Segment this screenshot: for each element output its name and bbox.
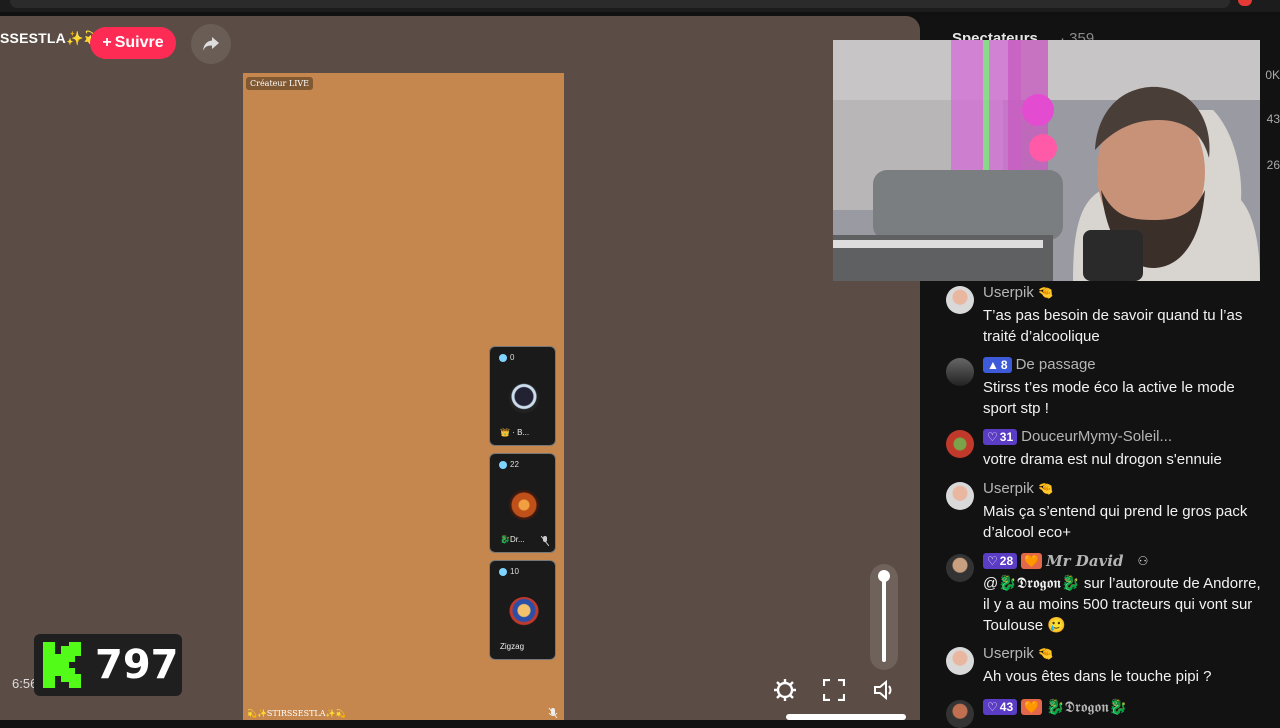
streamer-webcam [833, 40, 1260, 281]
share-arrow-icon [203, 37, 219, 51]
guest-avatar [509, 597, 539, 627]
guest-avatar [509, 383, 539, 413]
volume-slider[interactable] [870, 564, 898, 670]
kick-viewer-counter: 797 [34, 634, 182, 696]
avatar[interactable] [946, 286, 974, 314]
guest-score: 0 [499, 353, 514, 362]
chat-username[interactable]: Userpik 🤏 [983, 645, 1054, 662]
live-stage: SSESTLA✨💫 + Suivre Créateur LIVE 💫✨STIRS… [0, 16, 920, 720]
record-indicator-icon [1238, 0, 1252, 6]
rank-value: 0K [1265, 68, 1280, 82]
avatar[interactable] [946, 430, 974, 458]
guest-name: Zigzag [500, 642, 525, 651]
volume-button[interactable] [868, 674, 900, 706]
guest-name: 👑 · B... [500, 428, 530, 437]
plus-icon: + [102, 34, 112, 51]
address-bar[interactable] [10, 0, 1230, 8]
heart-badge: 🧡 [1021, 553, 1043, 569]
guest-name: 🐉Dr... [500, 535, 525, 544]
avatar[interactable] [946, 482, 974, 510]
guest-slot-1[interactable]: 0 👑 · B... [489, 346, 556, 446]
heart-badge: 🧡 [1021, 699, 1043, 715]
guest-score: 22 [499, 460, 519, 469]
webcam-image [833, 40, 1260, 281]
fullscreen-icon [823, 679, 845, 701]
speaker-icon [874, 679, 892, 701]
browser-top-strip [0, 0, 1280, 12]
avatar[interactable] [946, 647, 974, 675]
gift-badge: ♡ 28 [983, 553, 1018, 569]
gift-badge: ♡ 43 [983, 699, 1018, 715]
kick-logo-icon [43, 642, 81, 688]
chat-username[interactable]: ♡ 43 🧡 🐉𝕯𝖗𝖔𝖌𝖔𝖓🐉 [983, 698, 1128, 716]
gem-icon [499, 460, 507, 469]
rank-value: 26 [1266, 158, 1280, 172]
guest-score: 10 [499, 567, 519, 576]
rank-value: 43 [1266, 112, 1280, 126]
chat-username[interactable]: Userpik 🤏 [983, 284, 1054, 301]
chat-text: @🐉𝕯𝖗𝖔𝖌𝖔𝖓🐉 sur l’autoroute de Andorre, il… [983, 575, 1261, 634]
chat-text: votre drama est nul drogon s'ennuie [983, 451, 1222, 468]
fan-badge: ▲ 8 [983, 356, 1012, 373]
gem-icon [499, 567, 507, 576]
home-indicator [786, 714, 906, 720]
share-button[interactable] [191, 24, 231, 64]
gift-badge: ♡ 31 [983, 428, 1018, 445]
mic-muted-icon[interactable] [548, 707, 558, 719]
video-footer-name: 💫✨STIRSSESTLA✨💫 [247, 709, 346, 718]
host-name[interactable]: SSESTLA✨💫 [0, 30, 101, 47]
chat-text: Mais ça s’entend qui prend le gros pack … [983, 503, 1248, 541]
guest-slot-3[interactable]: 10 Zigzag [489, 560, 556, 660]
chat-text: Ah vous êtes dans le touche pipi ? [983, 668, 1212, 685]
chat-username[interactable]: Userpik 🤏 [983, 480, 1054, 497]
guest-slot-2[interactable]: 22 🐉Dr... [489, 453, 556, 553]
chat-username[interactable]: ▲ 8 De passage [983, 356, 1096, 373]
follow-button[interactable]: + Suivre [90, 27, 176, 59]
guest-avatar [509, 490, 539, 520]
volume-fill [882, 576, 886, 662]
chat-username[interactable]: ♡ 31 DouceurMymy-Soleil... [983, 428, 1172, 445]
gem-icon [499, 353, 507, 362]
avatar[interactable] [946, 358, 974, 386]
settings-button[interactable] [769, 674, 801, 706]
chat-username[interactable]: ♡ 28 🧡 Mr David ⚇ [983, 552, 1148, 570]
chat-text: T’as pas besoin de savoir quand tu l’as … [983, 307, 1243, 345]
live-video[interactable]: Créateur LIVE 💫✨STIRSSESTLA✨💫 0 👑 · B...… [243, 73, 564, 720]
gear-icon [774, 679, 796, 701]
chat-text: Stirss t’es mode éco la active le mode s… [983, 379, 1235, 417]
creator-live-tag: Créateur LIVE [246, 77, 314, 90]
kick-viewer-count: 797 [95, 642, 179, 688]
avatar[interactable] [946, 700, 974, 728]
avatar[interactable] [946, 554, 974, 582]
mic-muted-icon [541, 536, 549, 546]
fullscreen-button[interactable] [818, 674, 850, 706]
follow-label: Suivre [114, 34, 164, 51]
volume-knob[interactable] [878, 570, 890, 582]
mod-icon: ⚇ [1137, 554, 1149, 568]
